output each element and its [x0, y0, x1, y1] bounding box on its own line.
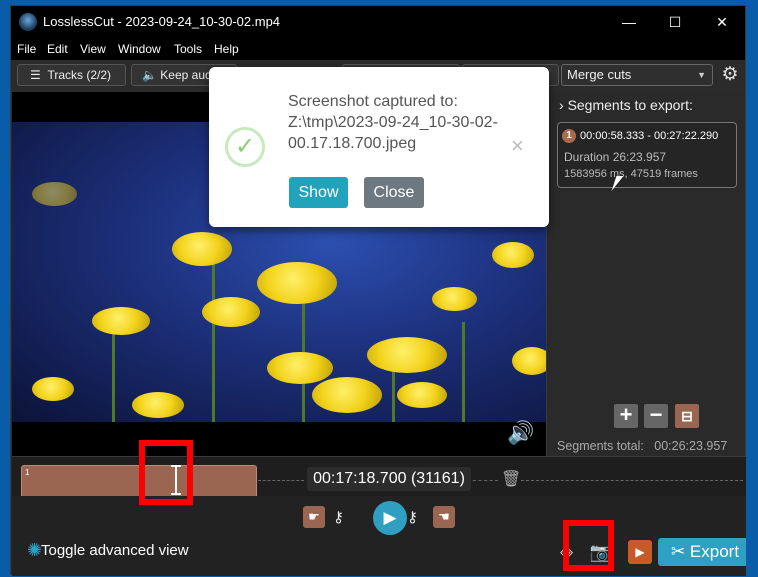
merge-cuts-value: Merge cuts — [567, 67, 632, 82]
close-icon[interactable]: × — [511, 133, 524, 159]
menu-help[interactable]: Help — [214, 42, 239, 56]
remove-segment-icon[interactable]: − — [644, 404, 668, 428]
split-segment-icon[interactable]: ⊟ — [675, 404, 699, 428]
set-cut-end-icon[interactable]: ☚ — [433, 506, 455, 528]
export-mode-icon[interactable]: ▶ — [628, 540, 652, 564]
menu-tools[interactable]: Tools — [174, 42, 202, 56]
segment-card[interactable]: 1 00:00:58.333 - 00:27:22.290 Duration 2… — [557, 122, 737, 188]
scissors-icon: ✂ — [670, 542, 690, 561]
timeline-segment-number: 1 — [25, 468, 30, 477]
segments-sidebar: › Segments to export: 1 00:00:58.333 - 0… — [546, 92, 745, 457]
menu-view[interactable]: View — [80, 42, 106, 56]
notification-message: Screenshot captured to: Z:\tmp\2023-09-2… — [288, 93, 498, 152]
highlight-box-playhead — [139, 440, 193, 505]
timeline-dash-left — [258, 480, 304, 481]
segments-total-value: 00:26:23.957 — [654, 439, 728, 453]
app-logo-icon — [19, 13, 37, 31]
checkmark-icon: ✓ — [225, 127, 265, 167]
segment-number-badge: 1 — [562, 129, 576, 143]
minimize-button[interactable]: — — [606, 6, 652, 38]
video-bottom-bar — [12, 422, 546, 456]
maximize-button[interactable]: ☐ — [652, 6, 698, 38]
tracks-label: Tracks (2/2) — [47, 68, 111, 82]
segment-duration: Duration 26:23.957 — [564, 150, 667, 164]
play-button[interactable]: ▶ — [373, 501, 407, 535]
show-button[interactable]: Show — [289, 177, 348, 208]
menu-window[interactable]: Window — [118, 42, 161, 56]
segment-frames: 1583956 ms, 47519 frames — [564, 168, 698, 180]
list-icon: ☰ — [30, 68, 48, 82]
timeline-dash-right — [521, 480, 743, 481]
menu-bar: File Edit View Window Tools Help — [11, 38, 745, 60]
screenshot-notification: ✓ Screenshot captured to: Z:\tmp\2023-09… — [209, 67, 549, 227]
tracks-button[interactable]: ☰ Tracks (2/2) — [17, 64, 126, 86]
export-button[interactable]: ✂ Export — [658, 538, 752, 566]
window-title: LosslessCut - 2023-09-24_10-30-02.mp4 — [43, 14, 281, 29]
desktop-background — [746, 0, 758, 577]
speaker-icon: 🔈 — [142, 68, 161, 82]
chevron-right-icon: › — [559, 97, 568, 113]
close-window-button[interactable]: ✕ — [699, 6, 745, 38]
title-bar: LosslessCut - 2023-09-24_10-30-02.mp4 — … — [11, 6, 745, 38]
key-icon[interactable]: ⚷ — [333, 508, 344, 526]
trash-icon[interactable]: 🗑 — [501, 469, 521, 489]
volume-icon[interactable]: 🔊 — [507, 420, 534, 446]
toggle-advanced-view[interactable]: Toggle advanced view — [41, 542, 189, 559]
set-cut-start-icon[interactable]: ☛ — [303, 506, 325, 528]
gear-icon[interactable]: ⚙ — [720, 65, 740, 85]
segment-range: 00:00:58.333 - 00:27:22.290 — [580, 130, 719, 142]
add-segment-icon[interactable]: + — [614, 404, 638, 428]
timecode-display[interactable]: 00:17:18.700 (31161) — [307, 467, 471, 491]
highlight-box-camera — [563, 520, 614, 571]
segments-total: Segments total: 00:26:23.957 — [557, 439, 728, 453]
chevron-down-icon: ▼ — [697, 70, 706, 80]
timeline-dash-mid — [473, 480, 498, 481]
menu-edit[interactable]: Edit — [47, 42, 68, 56]
close-button[interactable]: Close — [364, 177, 424, 208]
menu-file[interactable]: File — [17, 42, 36, 56]
key-icon-right[interactable]: ⚷ — [407, 508, 418, 526]
merge-cuts-select[interactable]: Merge cuts ▼ — [561, 64, 713, 86]
segments-header[interactable]: › Segments to export: — [559, 97, 693, 113]
